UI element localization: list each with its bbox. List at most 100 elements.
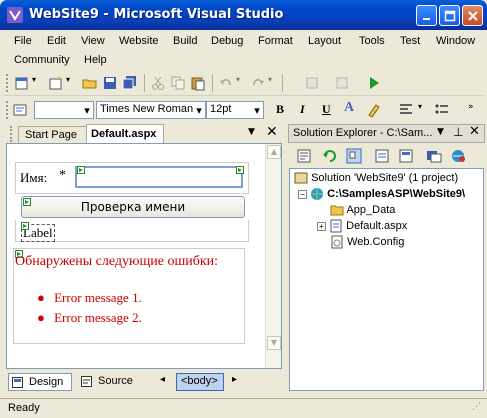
document-tab-strip: Start Page Default.aspx ▼ ✕: [4, 124, 284, 144]
menu-window[interactable]: Window: [436, 35, 475, 47]
menu-build[interactable]: Build: [173, 35, 197, 47]
save-all-icon[interactable]: [122, 75, 138, 91]
vertical-scrollbar[interactable]: ▲ ▼: [265, 144, 281, 368]
design-surface[interactable]: Имя: * Проверка имени Label Обнаружены с…: [6, 143, 282, 369]
overflow-chevron-icon[interactable]: »: [468, 102, 474, 112]
tag-navigator-forward-icon[interactable]: ▸: [232, 374, 237, 385]
save-icon[interactable]: [102, 75, 118, 91]
view-code-icon[interactable]: [374, 148, 390, 164]
tab-design-label: Design: [29, 376, 64, 388]
check-name-button[interactable]: Проверка имени: [21, 196, 245, 218]
tree-item-app-data[interactable]: App_Data: [330, 203, 395, 217]
resize-grip-icon[interactable]: ⋰: [472, 402, 481, 412]
toolbar-grip[interactable]: [6, 101, 9, 119]
paste-icon[interactable]: [190, 75, 206, 91]
dropdown-arrow-icon[interactable]: ▾: [268, 75, 272, 84]
name-textbox[interactable]: [75, 166, 243, 188]
undo-icon[interactable]: [218, 75, 234, 91]
bullet-icon: ●: [37, 290, 45, 305]
collapse-icon[interactable]: −: [298, 189, 307, 199]
menu-website[interactable]: Website: [119, 35, 159, 47]
close-button[interactable]: [462, 5, 483, 26]
properties-icon[interactable]: [296, 148, 312, 164]
active-files-dropdown-icon[interactable]: ▼: [248, 127, 255, 137]
underline-button[interactable]: U: [322, 102, 331, 117]
italic-button[interactable]: I: [300, 102, 305, 117]
menu-community[interactable]: Community: [14, 54, 70, 66]
tag-navigator-back-icon[interactable]: ◂: [160, 374, 165, 385]
toolbar-grip[interactable]: [6, 74, 9, 92]
solution-explorer-title-bar[interactable]: Solution Explorer - C:\Sam... ▼ ⊥ ✕: [288, 124, 485, 143]
menu-view[interactable]: View: [81, 35, 105, 47]
align-icon[interactable]: [398, 102, 414, 118]
navigate-backward-icon[interactable]: [304, 75, 320, 91]
tab-start-page[interactable]: Start Page: [18, 126, 88, 144]
new-project-icon[interactable]: [14, 75, 30, 91]
dropdown-arrow-icon[interactable]: ▾: [236, 75, 240, 84]
menu-file[interactable]: File: [14, 35, 32, 47]
view-switch-bar: Design Source ◂ <body> ▸: [4, 371, 284, 393]
highlight-icon[interactable]: [366, 102, 382, 118]
menu-layout[interactable]: Layout: [308, 35, 341, 47]
menu-bar: File Edit View Website Build Debug Forma…: [4, 31, 484, 69]
chevron-down-icon[interactable]: ▾: [252, 101, 262, 119]
redo-icon[interactable]: [250, 75, 266, 91]
solution-explorer-toolbar: [288, 144, 485, 168]
expand-icon[interactable]: +: [317, 221, 326, 231]
tree-item-default-aspx[interactable]: + Default.aspx: [317, 219, 407, 233]
tab-design[interactable]: Design: [8, 373, 72, 391]
menu-test[interactable]: Test: [400, 35, 420, 47]
navigate-forward-icon[interactable]: [334, 75, 350, 91]
cut-icon[interactable]: [150, 75, 166, 91]
menu-debug[interactable]: Debug: [211, 35, 243, 47]
close-pane-icon[interactable]: ✕: [469, 124, 480, 139]
required-marker: *: [59, 168, 66, 183]
dropdown-arrow-icon[interactable]: ▾: [418, 102, 422, 111]
window-position-icon[interactable]: ▼: [437, 127, 444, 137]
tab-source[interactable]: Source: [78, 373, 138, 391]
minimize-icon: [422, 17, 430, 20]
bullets-icon[interactable]: [434, 102, 450, 118]
bold-button[interactable]: B: [276, 102, 284, 117]
maximize-button[interactable]: [439, 5, 460, 26]
scroll-down-icon[interactable]: ▼: [267, 336, 281, 350]
menu-format[interactable]: Format: [258, 35, 293, 47]
auto-hide-pin-icon[interactable]: ⊥: [453, 125, 463, 139]
tag-body[interactable]: <body>: [176, 373, 224, 391]
smart-tag-icon[interactable]: [23, 198, 31, 206]
minimize-button[interactable]: [416, 5, 437, 26]
copy-icon[interactable]: [170, 75, 186, 91]
nest-related-files-icon[interactable]: [346, 148, 362, 164]
smart-tag-icon[interactable]: [21, 222, 29, 230]
title-bar[interactable]: WebSite9 - Microsoft Visual Studio: [0, 0, 487, 30]
copy-website-icon[interactable]: [426, 148, 442, 164]
tree-item-solution[interactable]: Solution 'WebSite9' (1 project): [294, 171, 458, 185]
font-name-combo[interactable]: Times New Roman: [96, 101, 206, 119]
add-item-icon[interactable]: [48, 75, 64, 91]
dropdown-arrow-icon[interactable]: ▾: [66, 75, 70, 84]
tree-item-web-config[interactable]: Web.Config: [330, 235, 404, 249]
open-folder-icon[interactable]: [82, 75, 98, 91]
error-text: Error message 1.: [54, 290, 142, 305]
tab-default-aspx[interactable]: Default.aspx: [86, 124, 164, 144]
menu-edit[interactable]: Edit: [47, 35, 66, 47]
format-icon[interactable]: [12, 102, 28, 118]
close-document-icon[interactable]: ✕: [266, 124, 278, 140]
error-item: ● Error message 2.: [37, 310, 142, 326]
chevron-down-icon[interactable]: ▾: [194, 101, 204, 119]
menu-help[interactable]: Help: [84, 54, 107, 66]
scroll-up-icon[interactable]: ▲: [267, 145, 281, 159]
start-debugging-icon[interactable]: [366, 75, 382, 91]
dropdown-arrow-icon[interactable]: ▾: [32, 75, 36, 84]
menu-tools[interactable]: Tools: [359, 35, 385, 47]
font-color-button[interactable]: A: [344, 100, 354, 116]
view-designer-icon[interactable]: [398, 148, 414, 164]
smart-tag-icon[interactable]: [77, 166, 85, 174]
tree-item-project[interactable]: − C:\SamplesASP\WebSite9\: [298, 187, 465, 201]
validator-tag-icon[interactable]: [236, 166, 244, 174]
refresh-icon[interactable]: [322, 148, 338, 164]
chevron-down-icon[interactable]: ▾: [82, 101, 92, 119]
asp-net-configuration-icon[interactable]: [450, 148, 466, 164]
folder-icon: [330, 205, 344, 216]
website-globe-icon: [311, 188, 324, 200]
